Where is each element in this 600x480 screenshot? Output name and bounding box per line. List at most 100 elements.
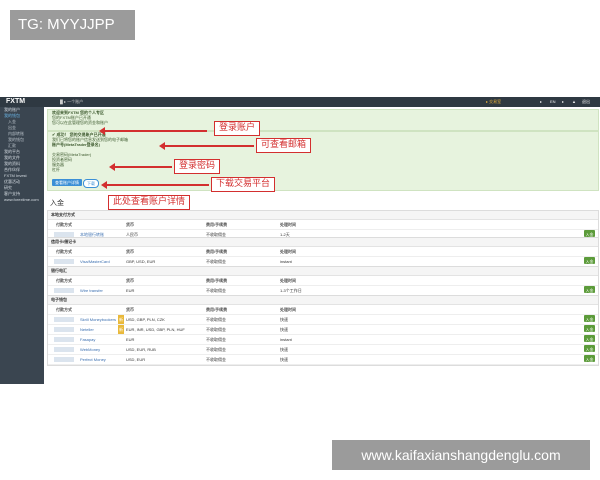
topbar-item[interactable]: ▸ xyxy=(562,99,564,104)
payment-logo xyxy=(54,357,74,362)
notice-line: 您可以在此管理您的资金和账户 xyxy=(52,120,108,125)
sidebar: 我的账户 我的钱包 入金 出金 内部转账 我的钱包 汇款 我的平台 我的文件 我的资料 合作伙伴 FX… xyxy=(0,107,44,384)
payment-fee: 不收取佣金 xyxy=(206,288,226,293)
annotation-account-details: 此处查看账户详情 xyxy=(108,195,191,210)
sidebar-item[interactable]: www.forextime.com xyxy=(0,197,44,203)
annotation-arrow xyxy=(99,127,207,135)
deposit-button[interactable]: 入金 xyxy=(584,325,595,332)
column-header-time: 处理时间 xyxy=(280,222,296,227)
watermark-bottom-right: www.kaifaxianshangdenglu.com xyxy=(332,440,590,470)
screenshot-frame: FXTM █ ▸ 一个账户 ▸ 交易室 ▸ EN ▸ ▲ 退出 我的账户 我的钱包… xyxy=(0,97,600,384)
column-header-fee: 费用/手续费 xyxy=(206,222,228,227)
annotation-login-password: 登录密码 xyxy=(174,159,221,174)
payment-group-title: 银行电汇 xyxy=(48,267,598,276)
trading-room-link[interactable]: ▸ 交易室 xyxy=(486,99,501,105)
payment-fee: 不收取佣金 xyxy=(206,327,226,332)
download-platform-button[interactable]: 下载 xyxy=(83,179,99,188)
annotation-login-account: 登录账户 xyxy=(214,121,261,136)
notification-icon[interactable]: ▲ xyxy=(572,99,576,104)
payment-method-name[interactable]: Fasapay xyxy=(80,335,95,344)
payment-method-name[interactable]: Skrill Moneybookers xyxy=(80,315,116,324)
column-header-time: 处理时间 xyxy=(280,249,296,254)
annotation-arrow xyxy=(159,142,254,150)
payment-group: 电子钱包付款方式 货币 费用/手续费 处理时间 Skrill Moneybookers 新… xyxy=(47,295,599,366)
payment-time: 快速 xyxy=(280,317,288,322)
payment-currency: USD, EUR xyxy=(126,357,146,362)
table-header: 付款方式 货币 费用/手续费 处理时间 xyxy=(48,276,598,286)
annotation-view-email: 可查看邮箱 xyxy=(256,138,312,153)
column-header-time: 处理时间 xyxy=(280,307,296,312)
table-row: WebMoney USD, EUR, RUB 不收取佣金 快速 入金 xyxy=(48,345,598,355)
table-row: Skrill Moneybookers 新 USD, GBP, PLN, CZK 不收… xyxy=(48,315,598,325)
logout-link[interactable]: 退出 xyxy=(582,99,590,105)
welcome-notice: 欢迎来到FXTM 您的个人专区 您的FXTM账户已开通 您可以在此管理您的资金和… xyxy=(47,109,599,131)
payment-fee: 不收取佣金 xyxy=(206,317,226,322)
payment-method-name[interactable]: Perfect Money xyxy=(80,355,106,364)
payment-group: 银行电汇付款方式 货币 费用/手续费 处理时间 Wire transfer EUR 不收取佣… xyxy=(47,266,599,297)
payment-logo xyxy=(54,347,74,352)
deposit-button[interactable]: 入金 xyxy=(584,230,595,237)
payment-group-title: 本地支付方式 xyxy=(48,211,598,220)
column-header-time: 处理时间 xyxy=(280,278,296,283)
payment-logo xyxy=(54,317,74,322)
main-content: 欢迎来到FXTM 您的个人专区 您的FXTM账户已开通 您可以在此管理您的资金和… xyxy=(44,107,600,384)
account-selector[interactable]: █ ▸ 一个账户 xyxy=(60,99,83,105)
column-header-currency: 货币 xyxy=(126,222,134,227)
annotation-download-platform: 下载交易平台 xyxy=(211,177,276,192)
payment-method-name[interactable]: Wire transfer xyxy=(80,286,103,295)
column-header-method: 付款方式 xyxy=(56,222,72,227)
payment-currency: USD, EUR, RUB xyxy=(126,347,156,352)
payment-time: 快速 xyxy=(280,347,288,352)
payment-group-title: 电子钱包 xyxy=(48,296,598,305)
table-row: Perfect Money USD, EUR 不收取佣金 快速 入金 xyxy=(48,355,598,365)
column-header-currency: 货币 xyxy=(126,249,134,254)
column-header-method: 付款方式 xyxy=(56,278,72,283)
payment-method-name[interactable]: WebMoney xyxy=(80,345,100,354)
payment-currency: USD, GBP, PLN, CZK xyxy=(126,317,165,322)
topbar-item[interactable]: ▸ xyxy=(540,99,542,104)
column-header-currency: 货币 xyxy=(126,278,134,283)
deposit-button[interactable]: 入金 xyxy=(584,257,595,264)
payment-method-name[interactable]: Visa/MasterCard xyxy=(80,257,110,266)
payment-group: 信用卡/借记卡 付款方式 货币 费用/手续费 处理时间 Visa/MasterCard GB… xyxy=(47,237,599,268)
column-header-fee: 费用/手续费 xyxy=(206,278,228,283)
payment-currency: EUR xyxy=(126,288,135,293)
column-header-fee: 费用/手续费 xyxy=(206,249,228,254)
payment-fee: 不收取佣金 xyxy=(206,347,226,352)
deposit-button[interactable]: 入金 xyxy=(584,355,595,362)
payment-currency: EUR xyxy=(126,337,135,342)
new-badge: 新 xyxy=(118,325,124,334)
table-row: Neteller 新 EUR, INR, USD, GBP, PLN, HUF 不收取… xyxy=(48,325,598,335)
column-header-fee: 费用/手续费 xyxy=(206,307,228,312)
page-title: 入金 xyxy=(50,200,64,207)
watermark-top-left: TG: MYYJJPP xyxy=(10,10,135,40)
payment-time: instant xyxy=(280,259,292,264)
payment-time: instant xyxy=(280,337,292,342)
payment-logo xyxy=(54,337,74,342)
payment-logo xyxy=(54,259,74,264)
table-header: 付款方式 货币 费用/手续费 处理时间 xyxy=(48,220,598,230)
table-header: 付款方式 货币 费用/手续费 处理时间 xyxy=(48,305,598,315)
payment-time: 1-3个工作日 xyxy=(280,288,302,293)
payment-method-name[interactable]: Neteller xyxy=(80,325,94,334)
new-badge: 新 xyxy=(118,315,124,324)
payment-currency: GBP, USD, EUR xyxy=(126,259,156,264)
deposit-button[interactable]: 入金 xyxy=(584,315,595,322)
table-header: 付款方式 货币 费用/手续费 处理时间 xyxy=(48,247,598,257)
deposit-button[interactable]: 入金 xyxy=(584,286,595,293)
top-bar: FXTM █ ▸ 一个账户 ▸ 交易室 ▸ EN ▸ ▲ 退出 xyxy=(0,97,600,107)
payment-time: 快速 xyxy=(280,357,288,362)
payment-currency: EUR, INR, USD, GBP, PLN, HUF xyxy=(126,327,185,332)
payment-logo xyxy=(54,327,74,332)
fxtm-logo: FXTM xyxy=(6,98,26,105)
view-account-details-button[interactable]: 查看账户详情 xyxy=(52,179,82,186)
payment-fee: 不收取佣金 xyxy=(206,259,226,264)
payment-time: 快速 xyxy=(280,327,288,332)
deposit-button[interactable]: 入金 xyxy=(584,345,595,352)
payment-fee: 不收取佣金 xyxy=(206,357,226,362)
language-selector[interactable]: EN xyxy=(550,99,556,104)
column-header-currency: 货币 xyxy=(126,307,134,312)
column-header-method: 付款方式 xyxy=(56,307,72,312)
deposit-button[interactable]: 入金 xyxy=(584,335,595,342)
annotation-arrow xyxy=(101,181,209,189)
